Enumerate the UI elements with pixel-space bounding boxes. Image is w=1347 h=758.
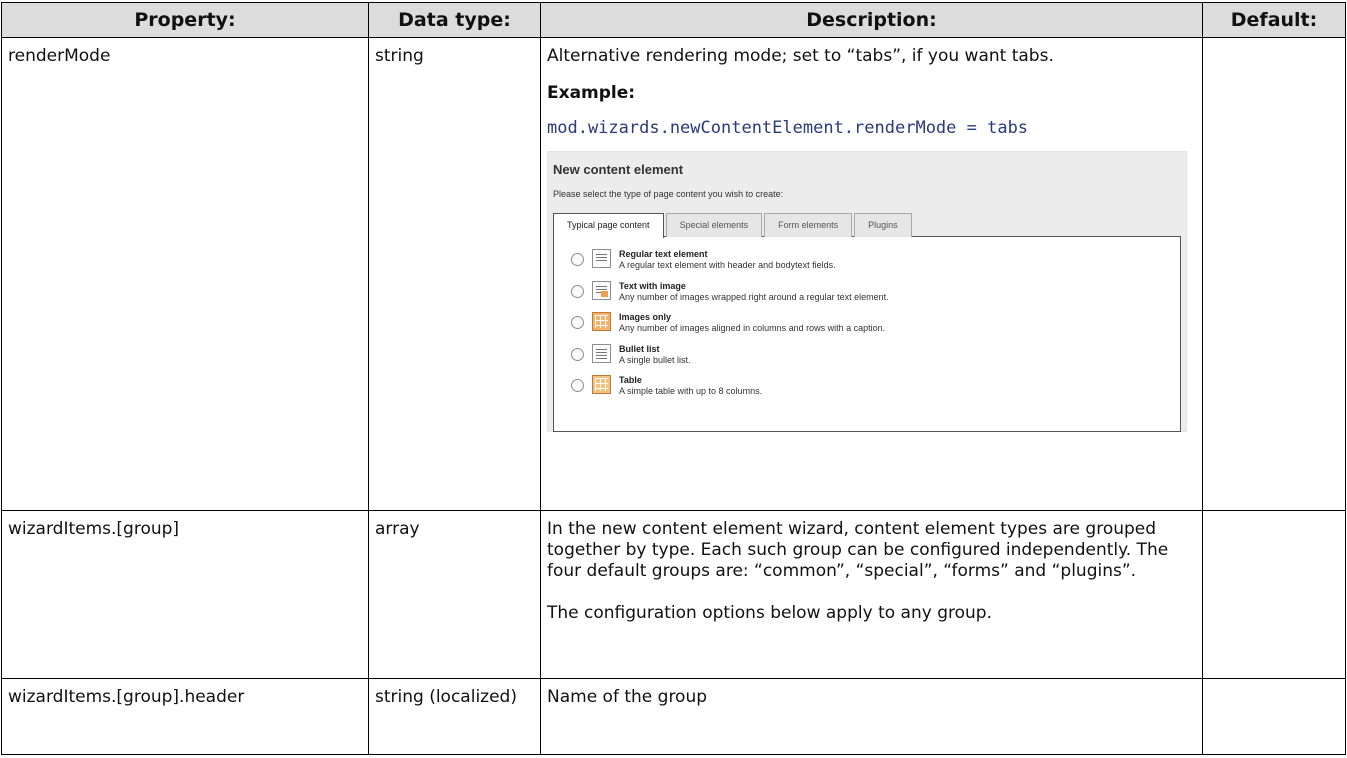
tab-typical-page-content[interactable]: Typical page content: [553, 213, 664, 238]
text-element-icon: [592, 249, 611, 268]
header-datatype: Data type:: [368, 2, 541, 38]
header-row: Property: Data type: Description: Defaul…: [1, 2, 1346, 38]
item-title: Bullet list: [619, 343, 660, 354]
list-item[interactable]: Images only Any number of images aligned…: [571, 312, 1180, 344]
datatype-cell: array: [368, 510, 541, 679]
tab-form-elements[interactable]: Form elements: [764, 213, 853, 237]
wizard-screenshot: New content element Please select the ty…: [547, 151, 1187, 432]
description-text: Alternative rendering mode; set to “tabs…: [547, 46, 1054, 66]
list-item[interactable]: Table A simple table with up to 8 column…: [571, 375, 1180, 407]
property-table: Property: Data type: Description: Defaul…: [1, 2, 1346, 755]
property-cell: renderMode: [1, 37, 369, 511]
default-cell: [1202, 510, 1346, 679]
list-item[interactable]: Regular text element A regular text elem…: [571, 249, 1180, 281]
item-description: Any number of images aligned in columns …: [619, 323, 886, 333]
item-title: Regular text element: [619, 249, 708, 259]
radio-button[interactable]: [571, 316, 584, 329]
wizard-tabs: Typical page content Special elements Fo…: [553, 213, 1181, 238]
radio-button[interactable]: [571, 253, 584, 266]
images-icon: [592, 312, 611, 331]
tab-plugins[interactable]: Plugins: [854, 213, 912, 237]
default-cell: [1202, 678, 1346, 755]
wizard-panel: Regular text element A regular text elem…: [553, 236, 1181, 432]
description-text: In the new content element wizard, conte…: [547, 519, 1169, 581]
radio-button[interactable]: [571, 284, 584, 298]
list-item[interactable]: Bullet list A single bullet list.: [571, 343, 1180, 376]
item-description: A regular text element with header and b…: [619, 260, 836, 270]
datatype-cell: string (localized): [368, 678, 541, 755]
header-property: Property:: [1, 2, 369, 38]
description-cell: Alternative rendering mode; set to “tabs…: [540, 37, 1203, 511]
default-cell: [1202, 37, 1346, 511]
example-code: mod.wizards.newContentElement.renderMode…: [547, 118, 1029, 138]
header-default: Default:: [1202, 2, 1346, 38]
datatype-cell: string: [368, 37, 541, 511]
table-icon: [592, 375, 611, 394]
item-description: A simple table with up to 8 columns.: [619, 386, 763, 396]
tab-special-elements[interactable]: Special elements: [665, 213, 763, 237]
property-cell: wizardItems.[group].header: [1, 678, 369, 755]
table-row: wizardItems.[group].header string (local…: [1, 678, 1346, 755]
property-cell: wizardItems.[group]: [1, 510, 369, 679]
radio-button[interactable]: [571, 347, 584, 361]
list-item[interactable]: Text with image Any number of images wra…: [571, 280, 1180, 313]
item-description: Any number of images wrapped right aroun…: [619, 291, 889, 302]
description-cell: Name of the group: [540, 678, 1203, 755]
wizard-title: New content element: [553, 162, 684, 177]
item-title: Table: [619, 375, 642, 385]
wizard-subtitle: Please select the type of page content y…: [553, 189, 784, 199]
table-row: renderMode string Alternative rendering …: [1, 37, 1346, 511]
text-image-icon: [592, 280, 611, 300]
item-description: A single bullet list.: [619, 354, 691, 365]
example-label: Example:: [547, 83, 636, 103]
radio-button[interactable]: [571, 379, 584, 392]
bullet-list-icon: [592, 343, 611, 363]
item-title: Text with image: [619, 280, 686, 291]
item-title: Images only: [619, 312, 672, 322]
description-cell: In the new content element wizard, conte…: [540, 510, 1203, 679]
table-row: wizardItems.[group] array In the new con…: [1, 510, 1346, 679]
description-note: The configuration options below apply to…: [547, 603, 992, 623]
header-description: Description:: [540, 2, 1203, 38]
